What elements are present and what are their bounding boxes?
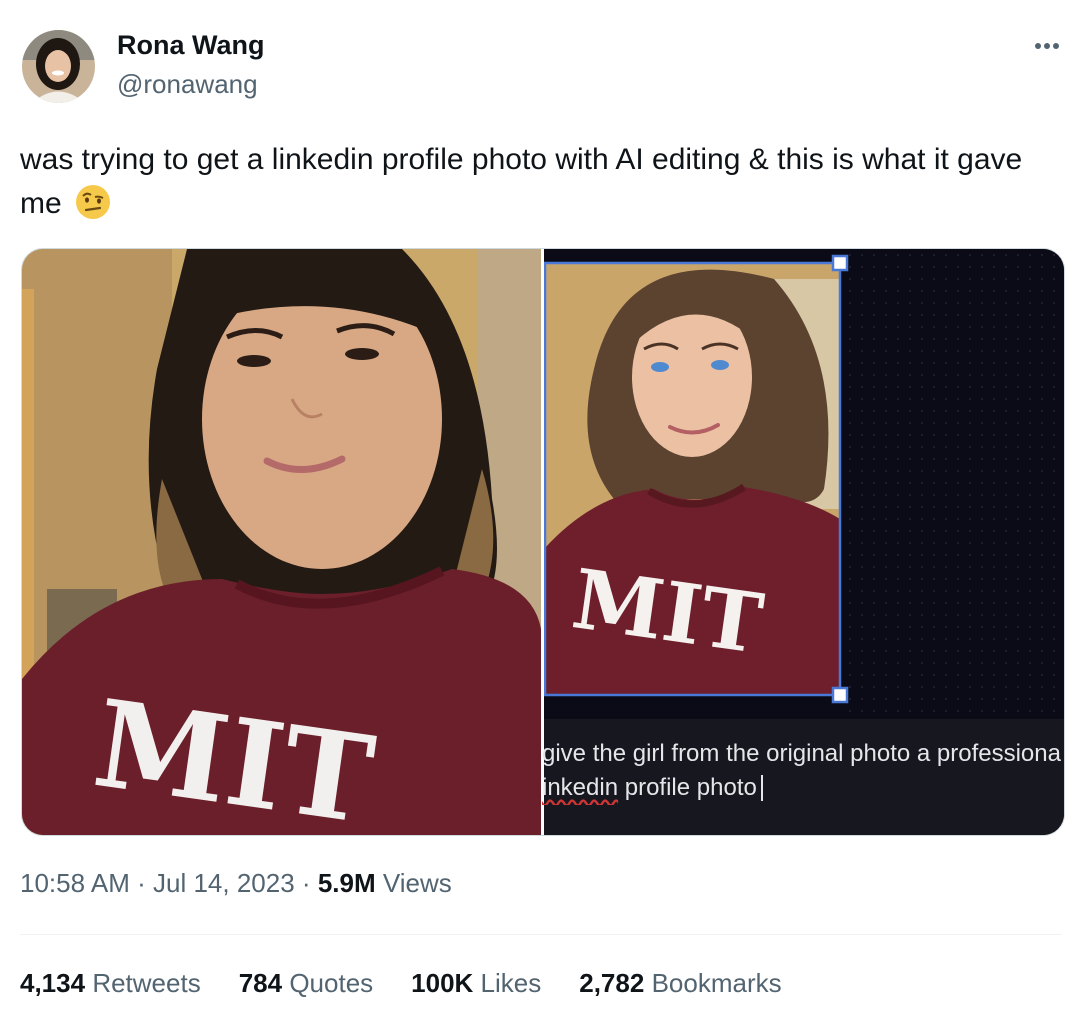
- avatar[interactable]: [22, 30, 95, 103]
- likes-stat[interactable]: 100K Likes: [411, 968, 541, 999]
- resize-handle-bottom-right[interactable]: [831, 686, 849, 704]
- author-handle[interactable]: @ronawang: [117, 69, 258, 100]
- meta-separator: ·: [137, 868, 146, 898]
- face-with-raised-eyebrow-emoji-icon: [74, 183, 112, 234]
- tweet-date[interactable]: Jul 14, 2023: [153, 868, 295, 898]
- original-photo-image: MIT: [22, 249, 541, 835]
- retweets-count: 4,134: [20, 968, 86, 998]
- quotes-label: Quotes: [289, 968, 374, 998]
- ai-edited-photo[interactable]: MIT: [544, 249, 1064, 835]
- author-display-name[interactable]: Rona Wang: [117, 30, 265, 61]
- meta-separator: ·: [301, 868, 311, 898]
- bookmarks-stat[interactable]: 2,782 Bookmarks: [579, 968, 781, 999]
- tweet-body: was trying to get a linkedin profile pho…: [20, 143, 1023, 220]
- bookmarks-label: Bookmarks: [651, 968, 782, 998]
- views-count: 5.9M: [317, 868, 376, 898]
- tweet-media: MIT MIT give the girl from the original …: [21, 248, 1065, 836]
- retweets-stat[interactable]: 4,134 Retweets: [20, 968, 201, 999]
- resize-handle-top-right[interactable]: [831, 254, 849, 272]
- likes-count: 100K: [411, 968, 474, 998]
- likes-label: Likes: [480, 968, 542, 998]
- engagement-stats: 4,134 Retweets 784 Quotes 100K Likes 2,7…: [20, 968, 782, 999]
- more-dots-icon: [1035, 43, 1059, 49]
- quotes-count: 784: [238, 968, 283, 998]
- divider: [20, 934, 1062, 935]
- views-label: Views: [382, 868, 452, 898]
- tweet-time[interactable]: 10:58 AM: [20, 868, 130, 898]
- avatar-image: [22, 30, 95, 103]
- tweet-text: was trying to get a linkedin profile pho…: [20, 138, 1060, 234]
- ai-photo-image: MIT: [544, 249, 1064, 835]
- quotes-stat[interactable]: 784 Quotes: [239, 968, 373, 999]
- original-selfie-photo[interactable]: MIT: [22, 249, 541, 835]
- more-options-button[interactable]: [1020, 26, 1070, 66]
- bookmarks-count: 2,782: [579, 968, 645, 998]
- tweet-meta: 10:58 AM · Jul 14, 2023 · 5.9M Views: [20, 868, 452, 899]
- retweets-label: Retweets: [92, 968, 201, 998]
